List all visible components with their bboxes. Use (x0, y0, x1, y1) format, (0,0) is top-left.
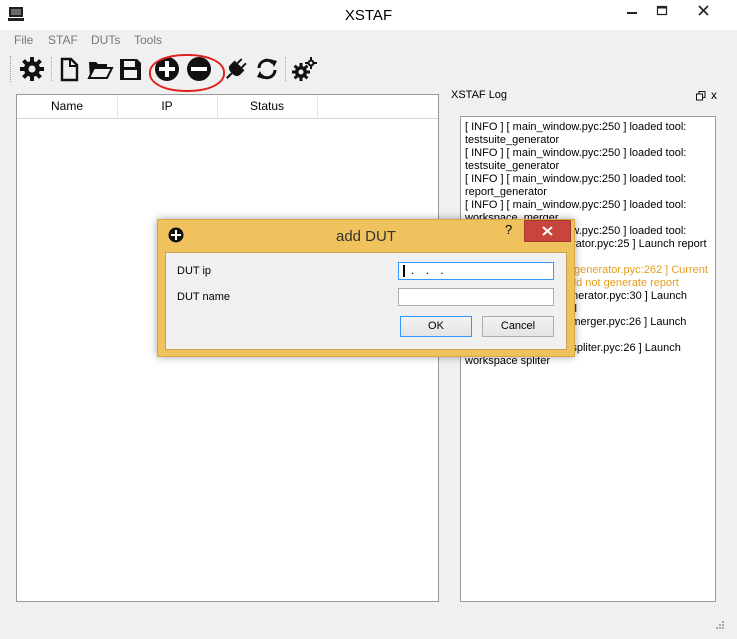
dialog-close-button[interactable] (524, 220, 571, 242)
annotation-highlight-circle (149, 54, 225, 92)
open-folder-icon[interactable] (86, 55, 114, 83)
plug-icon[interactable] (222, 55, 250, 83)
settings-gears-icon[interactable] (290, 55, 318, 83)
dialog-body: DUT ip . . . DUT name OK Cancel (165, 252, 567, 350)
size-grip-icon[interactable] (713, 618, 725, 630)
dut-ip-input[interactable]: . . . (398, 262, 554, 280)
help-icon[interactable]: ? (505, 222, 512, 237)
log-dock-title: XSTAF Log (451, 89, 508, 101)
minimize-icon[interactable] (618, 0, 646, 22)
toolbar-grip[interactable] (10, 56, 14, 82)
toolbar-separator (285, 57, 287, 81)
column-header-name[interactable]: Name (17, 99, 117, 113)
dut-ip-label: DUT ip (177, 265, 212, 277)
cancel-button[interactable]: Cancel (482, 316, 554, 337)
log-line: [ INFO ] [ main_window.pyc:250 ] loaded … (465, 173, 687, 198)
maximize-icon[interactable] (648, 0, 676, 22)
dut-ip-value: . . . (411, 263, 448, 277)
refresh-icon[interactable] (253, 55, 281, 83)
menu-tools[interactable]: Tools (134, 33, 162, 47)
log-line: [ INFO ] [ main_window.pyc:250 ] loaded … (465, 147, 687, 172)
column-header-ip[interactable]: IP (117, 99, 217, 113)
save-icon[interactable] (116, 55, 144, 83)
toolbar-separator (51, 57, 53, 81)
title-bar: XSTAF (0, 0, 737, 30)
new-file-icon[interactable] (55, 55, 83, 83)
menu-bar: File STAF DUTs Tools (0, 30, 737, 50)
add-dut-dialog: add DUT ? DUT ip . . . DUT name OK Cance… (157, 219, 575, 357)
menu-staf[interactable]: STAF (48, 33, 78, 47)
dut-name-input[interactable] (398, 288, 554, 306)
toolbar (0, 51, 737, 87)
column-header-status[interactable]: Status (217, 99, 317, 113)
text-cursor (403, 264, 405, 277)
menu-duts[interactable]: DUTs (91, 33, 120, 47)
close-icon (542, 226, 553, 236)
close-window-icon[interactable] (680, 0, 727, 22)
float-dock-icon[interactable] (696, 90, 706, 101)
log-panel[interactable]: [ INFO ] [ main_window.pyc:250 ] loaded … (460, 116, 716, 602)
table-header: Name IP Status (17, 95, 438, 119)
menu-file[interactable]: File (14, 33, 33, 47)
dut-name-label: DUT name (177, 291, 230, 303)
gear-icon[interactable] (18, 55, 46, 83)
ok-button[interactable]: OK (400, 316, 472, 337)
log-line: [ INFO ] [ main_window.pyc:250 ] loaded … (465, 121, 687, 146)
close-dock-icon[interactable]: x (711, 88, 717, 102)
